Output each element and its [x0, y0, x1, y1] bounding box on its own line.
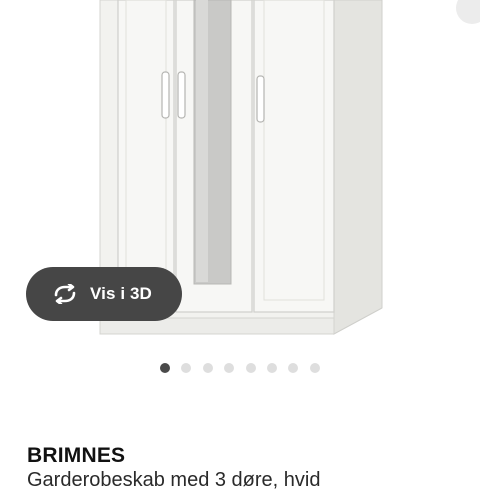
pager-dot-6[interactable] [267, 363, 277, 373]
product-image-area[interactable]: Vis i 3D [0, 0, 480, 352]
pager-dot-1[interactable] [160, 363, 170, 373]
pager-dot-5[interactable] [246, 363, 256, 373]
pager-dot-7[interactable] [288, 363, 298, 373]
product-description: Garderobeskab med 3 døre, hvid [27, 469, 321, 491]
pager-dot-2[interactable] [181, 363, 191, 373]
pager-dot-3[interactable] [203, 363, 213, 373]
view-in-3d-label: Vis i 3D [90, 284, 152, 303]
pager-dot-4[interactable] [224, 363, 234, 373]
pager-dot-8[interactable] [310, 363, 320, 373]
image-pager [0, 360, 480, 376]
product-name: BRIMNES [27, 444, 126, 467]
view-in-3d-button[interactable]: Vis i 3D [26, 267, 182, 321]
rotate-360-icon [50, 283, 80, 305]
